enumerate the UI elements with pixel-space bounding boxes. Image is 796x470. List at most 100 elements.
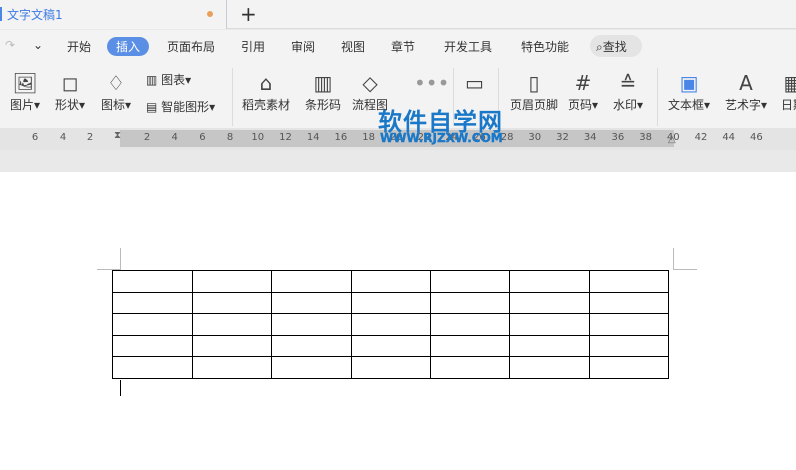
ruler-number: 2: [143, 132, 151, 143]
table-cell[interactable]: [351, 270, 431, 293]
textbox-button[interactable]: ▣ 文本框▾: [668, 70, 710, 113]
divider: [657, 68, 658, 126]
table-cell[interactable]: [112, 291, 193, 315]
more-button[interactable]: •••: [414, 70, 449, 96]
ruler-number: 46: [750, 132, 763, 143]
table-cell[interactable]: [589, 356, 669, 379]
chart-label: 图表: [161, 73, 186, 87]
table-cell[interactable]: [351, 291, 431, 315]
table-cell[interactable]: [589, 270, 669, 293]
left-indent-marker[interactable]: ⧗: [114, 130, 121, 141]
page-number-button[interactable]: # 页码▾: [568, 70, 598, 113]
table-cell[interactable]: [589, 291, 669, 315]
tab-review[interactable]: 审阅: [291, 38, 315, 55]
table-cell[interactable]: [509, 356, 590, 379]
search-button[interactable]: ⌕查找: [590, 35, 642, 57]
document-table[interactable]: [112, 270, 669, 379]
ruler-number: 34: [583, 132, 597, 143]
table-cell[interactable]: [112, 356, 193, 379]
tab-sections[interactable]: 章节: [391, 38, 415, 55]
table-cell[interactable]: [192, 270, 272, 293]
redo-icon[interactable]: ↷: [5, 38, 15, 52]
textbox-label: 文本框: [668, 98, 705, 112]
barcode-button[interactable]: ▥ 条形码: [305, 70, 341, 113]
unsaved-dot-icon: [207, 11, 213, 17]
ruler-number: 38: [639, 132, 652, 143]
table-cell[interactable]: [271, 291, 352, 315]
search-label: 查找: [602, 40, 627, 54]
header-footer-icon: ▯: [528, 71, 540, 95]
ruler-number: 36: [611, 132, 625, 143]
table-cell[interactable]: [192, 356, 272, 379]
customize-dropdown-icon[interactable]: ⌄: [33, 38, 43, 52]
table-cell[interactable]: [430, 356, 510, 379]
watermark-label: 水印: [613, 98, 638, 112]
watermark-url: WWW.RJZXW.COM: [380, 131, 503, 145]
table-cell[interactable]: [509, 270, 590, 293]
page-number-label: 页码: [568, 98, 593, 112]
tab-view[interactable]: 视图: [341, 38, 365, 55]
document-tab[interactable]: 文字文稿1: [0, 0, 227, 29]
icon-button[interactable]: ♢ 图标▾: [101, 70, 131, 113]
right-indent-marker[interactable]: △: [668, 134, 676, 145]
textbox-insert-button[interactable]: ▭: [465, 70, 484, 96]
table-cell[interactable]: [271, 313, 352, 336]
table-cell[interactable]: [589, 313, 669, 336]
chart-button[interactable]: ▥ 图表▾: [146, 71, 191, 88]
date-button[interactable]: ▦ 日期: [781, 70, 796, 113]
header-footer-button[interactable]: ▯ 页眉页脚: [510, 70, 558, 113]
table-cell[interactable]: [271, 270, 352, 293]
table-cell[interactable]: [351, 356, 431, 379]
picture-icon: 🖼: [12, 71, 38, 95]
table-cell[interactable]: [112, 313, 193, 336]
table-cell[interactable]: [430, 270, 510, 293]
table-cell[interactable]: [112, 270, 193, 293]
table-cell[interactable]: [509, 313, 590, 336]
ruler-number: 32: [556, 132, 569, 143]
watermark-icon: ≙: [619, 71, 637, 95]
new-tab-button[interactable]: +: [240, 2, 257, 26]
ruler-number: 18: [362, 132, 375, 143]
tab-insert[interactable]: 插入: [107, 37, 150, 56]
wordart-icon: A: [739, 71, 753, 95]
wordart-button[interactable]: A 艺术字▾: [725, 70, 767, 113]
table-cell[interactable]: [589, 334, 669, 358]
table-cell[interactable]: [509, 334, 590, 358]
table-cell[interactable]: [430, 291, 510, 315]
chart-icon: ▥: [146, 73, 162, 87]
stock-button[interactable]: ⌂ 稻壳素材: [242, 70, 290, 113]
watermark-button[interactable]: ≙ 水印▾: [613, 70, 643, 113]
document-name: 文字文稿1: [7, 8, 63, 22]
shape-button[interactable]: ◻ 形状▾: [55, 70, 85, 113]
table-row: [112, 313, 669, 336]
picture-label: 图片: [10, 98, 35, 112]
table-cell[interactable]: [112, 334, 193, 358]
picture-button[interactable]: 🖼 图片▾: [10, 70, 40, 113]
tab-developer[interactable]: 开发工具: [444, 38, 492, 55]
tab-features[interactable]: 特色功能: [521, 38, 569, 55]
table-cell[interactable]: [192, 313, 272, 336]
table-row: [112, 270, 669, 293]
document-page[interactable]: [0, 172, 796, 470]
table-cell[interactable]: [351, 334, 431, 358]
table-cell[interactable]: [351, 313, 431, 336]
table-cell[interactable]: [192, 334, 272, 358]
smart-art-icon: ▤: [146, 100, 162, 114]
table-cell[interactable]: [192, 291, 272, 315]
tab-home[interactable]: 开始: [67, 38, 91, 55]
table-cell[interactable]: [271, 356, 352, 379]
active-tab-indicator: [0, 7, 2, 21]
title-bar: 文字文稿1 +: [0, 0, 796, 29]
header-footer-label: 页眉页脚: [510, 98, 559, 112]
table-cell[interactable]: [509, 291, 590, 315]
ruler-number: 2: [86, 132, 94, 143]
table-row: [112, 334, 669, 358]
tab-page-layout[interactable]: 页面布局: [167, 38, 215, 55]
tab-references[interactable]: 引用: [241, 38, 265, 55]
smart-art-button[interactable]: ▤ 智能图形▾: [146, 98, 215, 115]
ruler-number: 12: [279, 132, 292, 143]
margin-corner: [673, 248, 674, 270]
table-cell[interactable]: [430, 313, 510, 336]
table-cell[interactable]: [271, 334, 352, 358]
table-cell[interactable]: [430, 334, 510, 358]
